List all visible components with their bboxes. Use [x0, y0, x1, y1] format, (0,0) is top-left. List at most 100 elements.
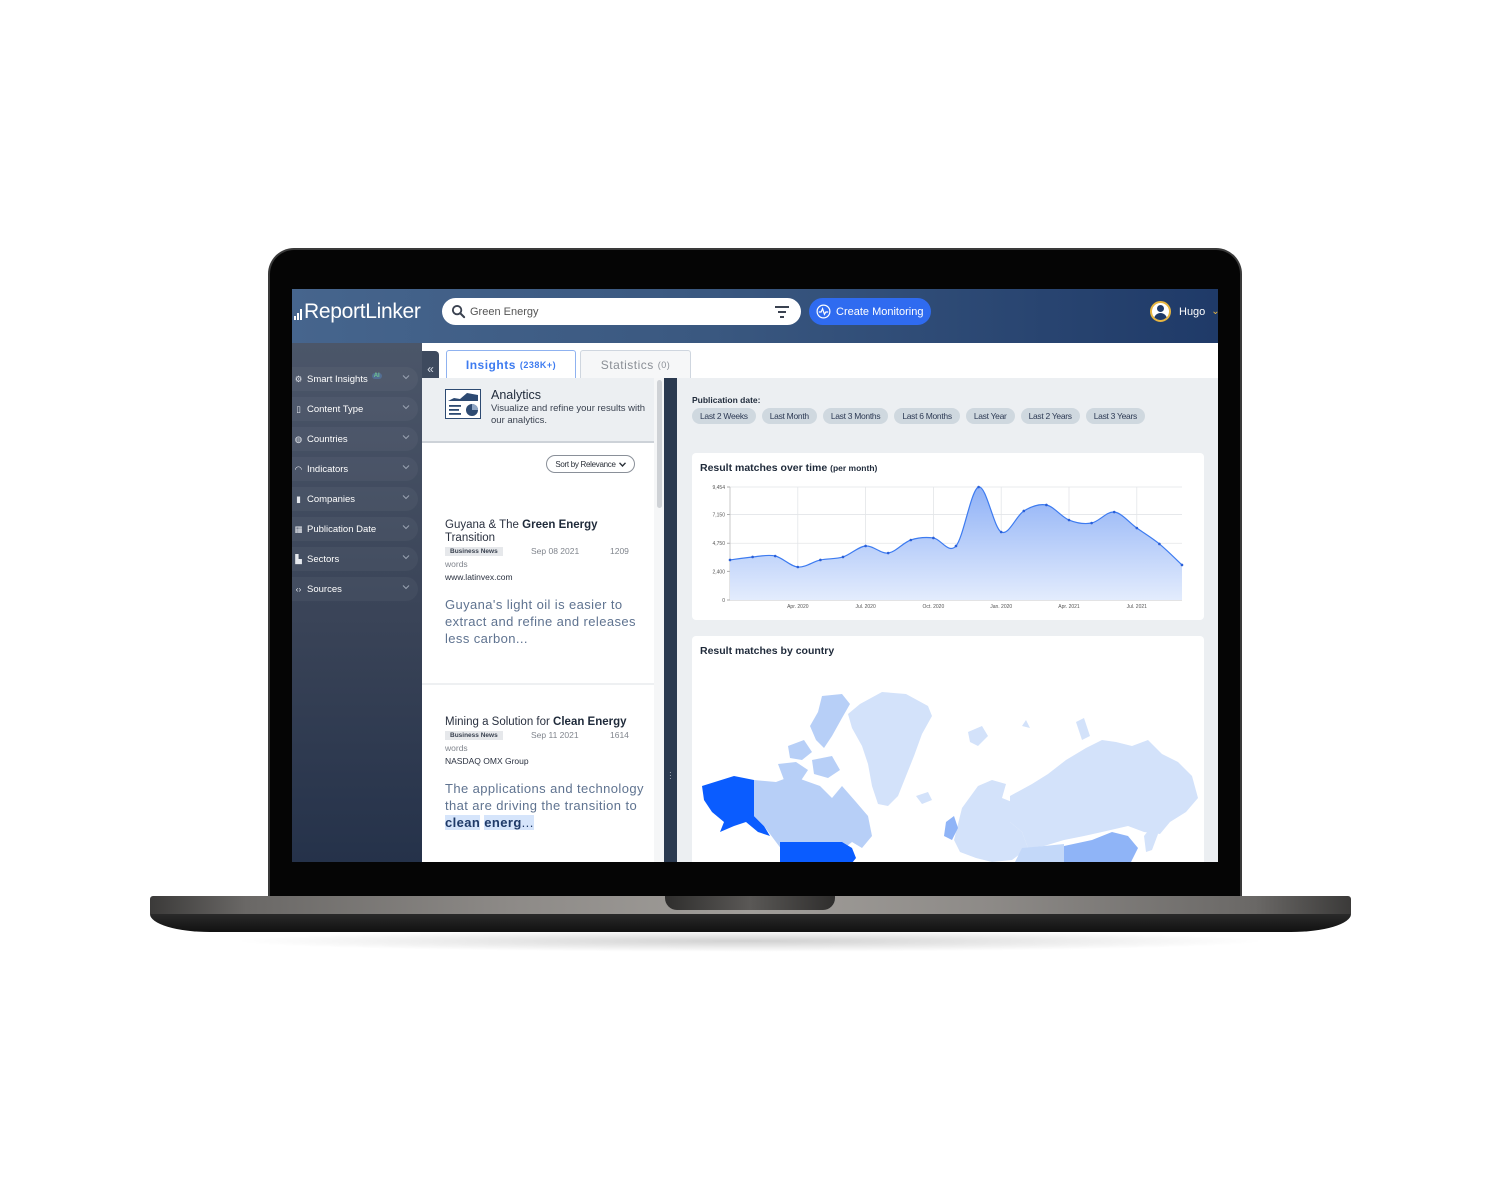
result-word-count: 1614: [610, 730, 629, 740]
snippet-ellipsis: ...: [521, 815, 534, 830]
chip-last-3-months[interactable]: Last 3 Months: [822, 408, 889, 424]
data-point: [1112, 510, 1116, 514]
data-point: [751, 555, 754, 559]
y-tick-label: 9,454: [712, 485, 725, 491]
laptop-notch: [665, 896, 835, 910]
result-title[interactable]: Mining a Solution for Clean Energy: [445, 716, 645, 729]
search-bar[interactable]: [442, 298, 801, 325]
ai-badge: AI: [371, 373, 382, 379]
title-keyword: Green Energy: [522, 519, 598, 531]
sidebar-item-sectors[interactable]: ▙ Sectors: [292, 547, 418, 571]
chip-last-6-months[interactable]: Last 6 Months: [894, 408, 960, 424]
publication-date-chips: Last 2 Weeks Last Month Last 3 Months La…: [692, 408, 1145, 424]
data-point: [977, 485, 980, 489]
chip-last-month[interactable]: Last Month: [761, 408, 817, 424]
result-snippet: Guyana's light oil is easier to extract …: [445, 597, 636, 646]
results-scrollbar[interactable]: [657, 380, 662, 508]
analytics-title: Analytics: [491, 388, 542, 402]
data-point: [841, 555, 845, 559]
map-region-svalbard[interactable]: [968, 718, 1090, 746]
time-series-chart: 0 2,400 4,750 7,150 9,454 Apr. 2020 Jul. 2020 O…: [712, 485, 1184, 610]
code-icon: ‹›: [295, 584, 302, 594]
map-region-russia[interactable]: [1010, 740, 1198, 848]
chip-last-2-weeks[interactable]: Last 2 Weeks: [692, 408, 756, 424]
laptop-shadow: [230, 930, 1270, 952]
drag-handle-icon[interactable]: · · ·: [669, 769, 672, 783]
result-source[interactable]: NASDAQ OMX Group: [445, 756, 645, 766]
sidebar-item-label: Indicators: [307, 463, 349, 475]
logo-text: ReportLinker: [304, 300, 421, 323]
data-point: [1022, 509, 1026, 513]
laptop-base-bottom: [150, 914, 1351, 932]
result-title[interactable]: Guyana & The Green Energy Transition: [445, 519, 645, 545]
data-point: [796, 565, 800, 569]
y-tick-label: 2,400: [712, 569, 725, 575]
filter-icon[interactable]: [775, 306, 789, 318]
data-point: [1045, 503, 1048, 507]
create-monitoring-button[interactable]: Create Monitoring: [809, 298, 931, 325]
data-point: [1067, 518, 1071, 522]
sidebar-item-indicators[interactable]: ◠ Indicators: [292, 457, 418, 481]
title-keyword: Clean Energy: [553, 716, 627, 728]
sort-select-value: Sort by Relevance: [555, 459, 616, 469]
sidebar-item-sources[interactable]: ‹› Sources: [292, 577, 418, 601]
chevron-down-icon: [402, 435, 410, 440]
tab-insights[interactable]: Insights (238K+): [446, 350, 576, 378]
result-item[interactable]: Guyana & The Green Energy Transition Bus…: [445, 519, 645, 647]
analytics-icon: [445, 389, 481, 419]
avatar-icon: [1150, 301, 1171, 322]
y-tick-label: 7,150: [712, 513, 725, 519]
sidebar-item-label: Countries: [307, 433, 348, 445]
map-region-iceland[interactable]: [916, 792, 932, 804]
sidebar-item-companies[interactable]: ▮ Companies: [292, 487, 418, 511]
world-map[interactable]: [692, 636, 1204, 862]
analytics-pane: Publication date: Last 2 Weeks Last Mont…: [677, 378, 1218, 862]
chevron-down-icon: [402, 525, 410, 530]
sidebar-item-label: Sectors: [307, 553, 340, 565]
time-chart-card: Result matches over time (per month) 0 2,…: [692, 453, 1204, 620]
logo[interactable]: ReportLinker: [294, 300, 421, 324]
pane-divider[interactable]: [664, 378, 677, 862]
result-item[interactable]: Mining a Solution for Clean Energy Busin…: [445, 716, 645, 831]
result-word-count: 1209: [610, 546, 629, 556]
chevron-down-icon: [618, 461, 626, 467]
sidebar-item-smart-insights[interactable]: ⚙ Smart Insights AI: [292, 367, 418, 391]
gauge-icon: ◠: [294, 463, 303, 474]
map-region-canada[interactable]: [754, 776, 872, 850]
data-point: [819, 558, 822, 562]
result-divider: [422, 683, 654, 685]
result-meta: Business News Sep 11 2021 1614: [445, 730, 645, 743]
snippet-highlight: energ: [484, 815, 522, 830]
user-name: Hugo: [1179, 305, 1206, 318]
map-region-greenland[interactable]: [848, 692, 932, 806]
chevron-down-icon: [402, 495, 410, 500]
x-tick-label: Jul. 2020: [855, 604, 876, 610]
words-label: words: [445, 743, 468, 753]
chip-last-2-years[interactable]: Last 2 Years: [1020, 408, 1080, 424]
result-date: Sep 08 2021: [531, 546, 580, 556]
x-tick-label: Apr. 2021: [1058, 604, 1080, 610]
x-tick-label: Apr. 2020: [787, 604, 809, 610]
user-menu[interactable]: Hugo ⌄: [1150, 301, 1218, 322]
search-input[interactable]: [470, 302, 760, 321]
data-point: [864, 544, 867, 548]
gear-icon: ⚙: [294, 373, 303, 384]
sort-select[interactable]: Sort by Relevance: [546, 455, 635, 473]
data-point: [728, 558, 732, 562]
country-map-card: Result matches by country: [692, 636, 1204, 862]
map-region-usa[interactable]: [780, 842, 856, 862]
data-point: [954, 544, 958, 548]
analytics-card[interactable]: Analytics Visualize and refine your resu…: [422, 378, 654, 443]
sidebar-item-publication-date[interactable]: ▦ Publication Date: [292, 517, 418, 541]
result-snippet: The applications and technology that are…: [445, 780, 645, 831]
data-point: [1090, 521, 1093, 525]
sidebar-item-content-type[interactable]: ▯ Content Type: [292, 397, 418, 421]
chevron-down-icon: ⌄: [1211, 306, 1218, 317]
result-source[interactable]: www.latinvex.com: [445, 572, 645, 582]
chip-last-year[interactable]: Last Year: [965, 408, 1015, 424]
search-icon: [451, 304, 466, 319]
chip-last-3-years[interactable]: Last 3 Years: [1085, 408, 1145, 424]
globe-icon: ◍: [294, 433, 303, 444]
sidebar-item-countries[interactable]: ◍ Countries: [292, 427, 418, 451]
tab-statistics[interactable]: Statistics (0): [580, 350, 691, 378]
